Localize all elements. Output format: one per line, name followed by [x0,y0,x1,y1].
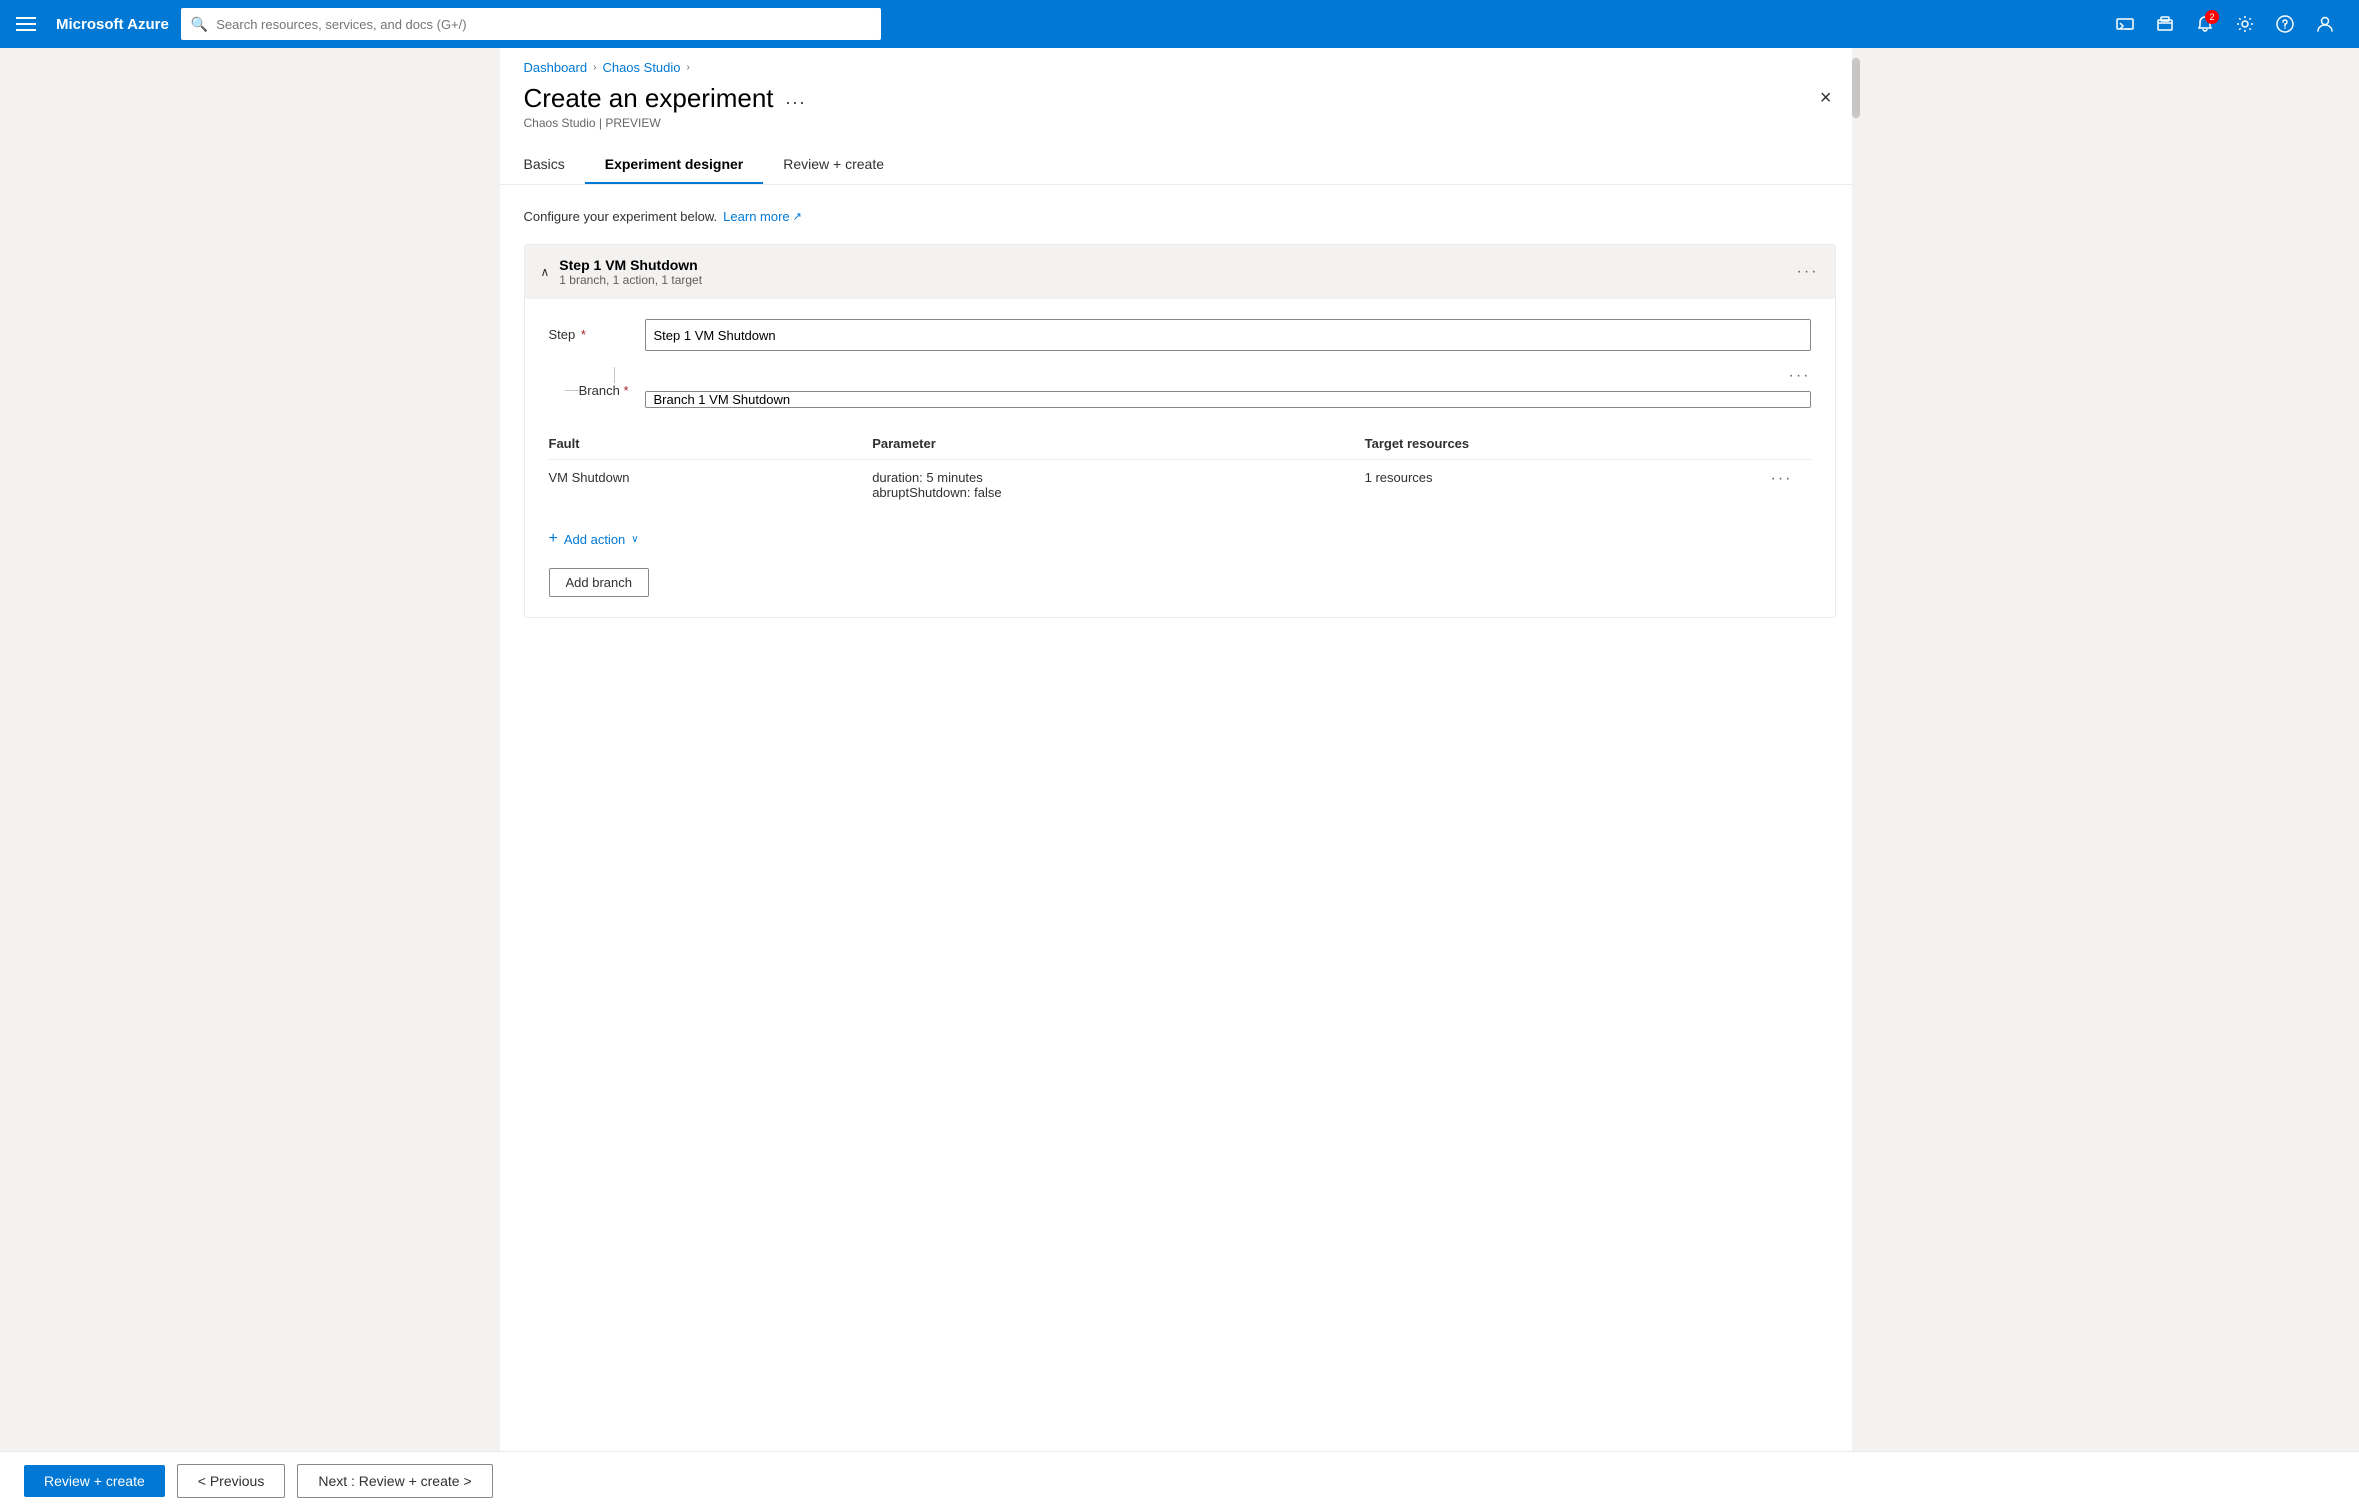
target-col-header: Target resources [1365,428,1771,460]
bottom-bar: Review + create < Previous Next : Review… [0,1451,2359,1510]
search-icon: 🔍 [191,16,208,33]
branch-more-button[interactable]: ··· [1789,367,1811,385]
fault-row-more-button[interactable]: ··· [1771,470,1793,487]
profile-icon[interactable] [2307,6,2343,42]
scrollbar-thumb [1852,58,1860,118]
fault-cell: VM Shutdown [549,460,873,511]
add-branch-button[interactable]: Add branch [549,568,650,597]
parameter-cell: duration: 5 minutes abruptShutdown: fals… [872,460,1364,511]
step-form-row: Step * [549,319,1811,351]
nav-icons: 2 [2107,6,2343,42]
notification-badge: 2 [2205,10,2219,24]
search-bar: 🔍 [181,8,881,40]
cloud-shell-icon[interactable] [2107,6,2143,42]
fault-table: Fault Parameter Target resources VM Shut… [549,428,1811,510]
target-cell: 1 resources [1365,460,1771,511]
learn-more-link[interactable]: Learn more ↗ [723,209,802,224]
brand-name: Microsoft Azure [56,16,169,33]
branch-input[interactable] [645,391,1811,408]
breadcrumb-chevron-1: › [593,62,596,73]
step-more-button[interactable]: ··· [1797,263,1819,281]
page-more-button[interactable]: ... [786,88,807,109]
step-meta: 1 branch, 1 action, 1 target [559,273,702,287]
directory-icon[interactable] [2147,6,2183,42]
chevron-down-icon: ∨ [631,534,638,545]
external-link-icon: ↗ [793,210,802,223]
page-title: Create an experiment [524,83,774,114]
add-action-button[interactable]: + Add action ∨ [549,526,639,552]
tab-basics[interactable]: Basics [524,146,585,184]
page-header: Create an experiment ... Chaos Studio | … [500,75,1860,130]
hamburger-menu[interactable] [16,17,36,31]
step-input[interactable] [645,319,1811,351]
tab-bar: Basics Experiment designer Review + crea… [500,146,1860,185]
table-row: VM Shutdown duration: 5 minutes abruptSh… [549,460,1811,511]
parameter-col-header: Parameter [872,428,1364,460]
previous-button[interactable]: < Previous [177,1464,286,1498]
step-body: Step * Branch [525,299,1835,617]
notifications-icon[interactable]: 2 [2187,6,2223,42]
breadcrumb-chaos-studio[interactable]: Chaos Studio [602,60,680,75]
search-input[interactable] [216,17,871,32]
step-header-left: ∧ Step 1 VM Shutdown 1 branch, 1 action,… [541,257,703,287]
step-label: Step * [549,319,629,342]
collapse-icon[interactable]: ∧ [541,265,550,279]
top-navigation: Microsoft Azure 🔍 2 [0,0,2359,48]
plus-icon: + [549,530,558,548]
tab-review-create[interactable]: Review + create [763,146,904,184]
main-content: Dashboard › Chaos Studio › Create an exp… [500,48,1860,1510]
close-button[interactable]: × [1816,83,1836,114]
scrollbar-track[interactable] [1852,48,1860,1510]
fault-col-header: Fault [549,428,873,460]
review-create-button[interactable]: Review + create [24,1465,165,1497]
step-container: ∧ Step 1 VM Shutdown 1 branch, 1 action,… [524,244,1836,618]
next-button[interactable]: Next : Review + create > [297,1464,492,1498]
help-icon[interactable] [2267,6,2303,42]
step-header: ∧ Step 1 VM Shutdown 1 branch, 1 action,… [525,245,1835,299]
page-subtitle: Chaos Studio | PREVIEW [524,116,807,130]
configure-text: Configure your experiment below. Learn m… [524,209,1836,224]
configure-label: Configure your experiment below. [524,209,718,224]
breadcrumb-dashboard[interactable]: Dashboard [524,60,588,75]
settings-icon[interactable] [2227,6,2263,42]
step-title: Step 1 VM Shutdown [559,257,702,273]
row-actions-cell: ··· [1771,460,1811,511]
content-area: Configure your experiment below. Learn m… [500,185,1860,698]
breadcrumb-chevron-2: › [687,62,690,73]
tab-experiment-designer[interactable]: Experiment designer [585,146,764,184]
breadcrumb: Dashboard › Chaos Studio › [500,48,1860,75]
